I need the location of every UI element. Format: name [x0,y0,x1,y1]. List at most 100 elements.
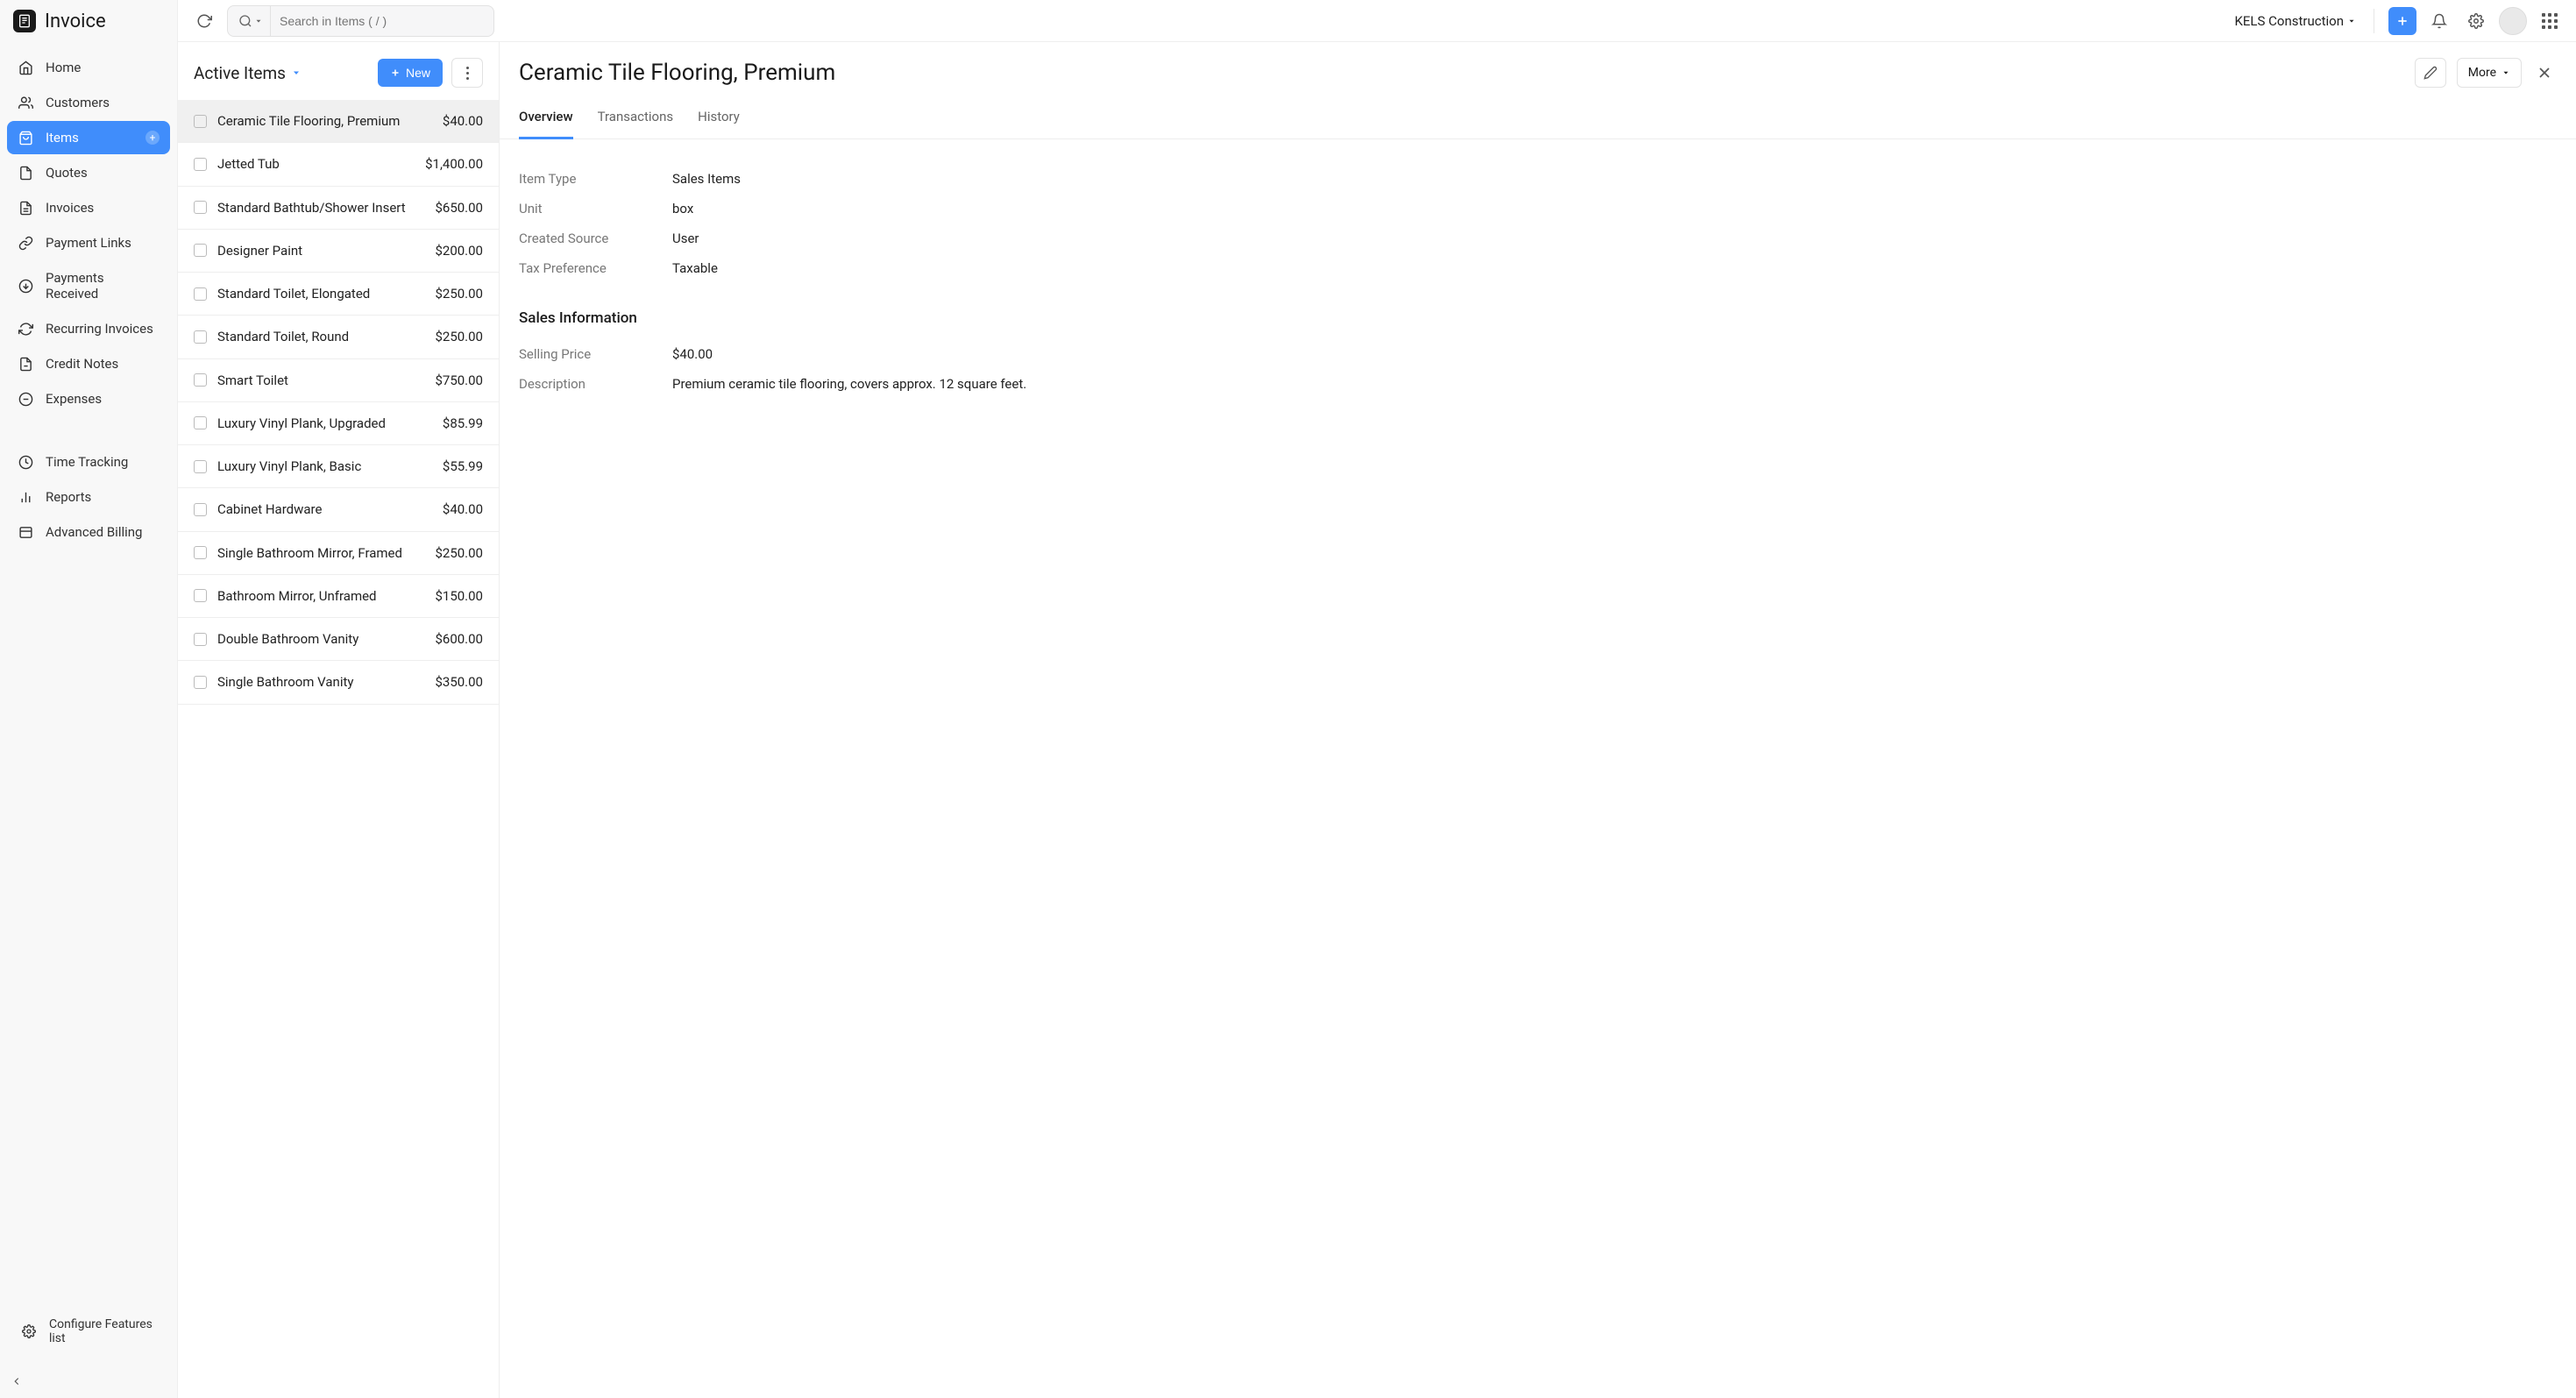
info-row: Selling Price$40.00 [519,339,2557,369]
org-switcher[interactable]: KELS Construction [2235,13,2357,29]
item-row[interactable]: Smart Toilet $750.00 [178,359,499,402]
item-checkbox[interactable] [194,633,207,646]
detail-more-dropdown[interactable]: More [2457,58,2522,88]
edit-button[interactable] [2415,58,2446,88]
nav-label: Credit Notes [46,356,118,372]
item-checkbox[interactable] [194,460,207,473]
item-price: $85.99 [443,415,483,431]
item-row[interactable]: Standard Toilet, Elongated$250.00 [178,273,499,316]
nav-item-items[interactable]: Items+ [7,121,170,154]
item-name: Single Bathroom Mirror, Framed [217,544,424,562]
nav-item-time-tracking[interactable]: Time Tracking [7,445,170,479]
detail-body: Item TypeSales ItemsUnitboxCreated Sourc… [500,139,2576,423]
notifications-button[interactable] [2425,7,2453,35]
item-checkbox[interactable] [194,503,207,516]
list-more-button[interactable] [451,58,483,88]
chevron-down-icon [291,67,302,78]
new-item-button[interactable]: New [378,59,443,87]
item-row[interactable]: Jetted Tub$1,400.00 [178,143,499,186]
payments-received-icon [18,278,33,294]
chevron-down-icon [254,17,263,25]
item-row[interactable]: Bathroom Mirror, Unframed $150.00 [178,575,499,618]
item-row[interactable]: Standard Toilet, Round$250.00 [178,316,499,358]
item-row[interactable]: Single Bathroom Mirror, Framed$250.00 [178,532,499,575]
settings-button[interactable] [2462,7,2490,35]
bell-icon [2431,13,2447,29]
customers-icon [18,95,33,110]
add-badge-icon[interactable]: + [145,131,160,145]
item-price: $250.00 [435,286,483,302]
collapse-sidebar-button[interactable] [0,1365,177,1398]
search-icon [238,14,252,28]
item-checkbox[interactable] [194,287,207,301]
item-checkbox[interactable] [194,115,207,128]
time-tracking-icon [18,454,33,470]
item-row[interactable]: Luxury Vinyl Plank, Basic $55.99 [178,445,499,488]
item-row[interactable]: Ceramic Tile Flooring, Premium$40.00 [178,100,499,143]
search-scope-button[interactable] [228,6,271,36]
nav-item-home[interactable]: Home [7,51,170,84]
reports-icon [18,489,33,505]
item-row[interactable]: Single Bathroom Vanity$350.00 [178,661,499,704]
nav-label: Invoices [46,200,94,216]
configure-features-link[interactable]: Configure Features list [11,1309,167,1354]
nav-item-recurring-invoices[interactable]: Recurring Invoices [7,312,170,345]
tab-overview[interactable]: Overview [519,96,573,139]
item-detail-pane: Ceramic Tile Flooring, Premium More Over… [500,42,2576,1398]
search-input[interactable] [271,14,493,28]
info-label: Created Source [519,231,672,246]
item-row[interactable]: Double Bathroom Vanity$600.00 [178,618,499,661]
home-icon [18,60,33,75]
close-detail-button[interactable] [2532,60,2557,85]
nav-item-payments-received[interactable]: Payments Received [7,261,170,310]
item-name: Jetted Tub [217,155,415,173]
item-checkbox[interactable] [194,158,207,171]
list-title-dropdown[interactable]: Active Items [194,63,302,83]
nav-label: Configure Features list [49,1317,156,1345]
info-value: Sales Items [672,171,741,187]
item-checkbox[interactable] [194,589,207,602]
item-price: $750.00 [435,373,483,388]
nav-item-expenses[interactable]: Expenses [7,382,170,415]
recurring-invoices-icon [18,321,33,337]
nav-item-quotes[interactable]: Quotes [7,156,170,189]
item-row[interactable]: Designer Paint$200.00 [178,230,499,273]
chevron-down-icon [2347,17,2356,25]
item-row[interactable]: Luxury Vinyl Plank, Upgraded$85.99 [178,402,499,445]
item-name: Bathroom Mirror, Unframed [217,587,424,605]
plus-icon [390,67,401,78]
sales-section-title: Sales Information [519,309,2557,327]
nav-item-credit-notes[interactable]: Credit Notes [7,347,170,380]
item-name: Smart Toilet [217,372,424,389]
item-checkbox[interactable] [194,330,207,344]
item-row[interactable]: Standard Bathtub/Shower Insert$650.00 [178,187,499,230]
item-price: $55.99 [443,458,483,474]
item-name: Ceramic Tile Flooring, Premium [217,112,432,130]
item-checkbox[interactable] [194,201,207,214]
refresh-button[interactable] [190,7,218,35]
user-avatar[interactable] [2499,7,2527,35]
item-price: $200.00 [435,243,483,259]
item-checkbox[interactable] [194,244,207,257]
invoices-icon [18,200,33,216]
nav-item-invoices[interactable]: Invoices [7,191,170,224]
app-switcher-button[interactable] [2536,7,2564,35]
item-name: Luxury Vinyl Plank, Basic [217,458,432,475]
info-label: Tax Preference [519,260,672,276]
nav-item-reports[interactable]: Reports [7,480,170,514]
item-price: $600.00 [435,631,483,647]
nav-item-payment-links[interactable]: Payment Links [7,226,170,259]
tab-history[interactable]: History [698,96,740,139]
info-label: Item Type [519,171,672,187]
sidebar: Invoice HomeCustomersItems+QuotesInvoice… [0,0,178,1398]
nav-item-customers[interactable]: Customers [7,86,170,119]
quick-add-button[interactable] [2388,7,2416,35]
item-row[interactable]: Cabinet Hardware$40.00 [178,488,499,531]
item-checkbox[interactable] [194,676,207,689]
item-checkbox[interactable] [194,546,207,559]
item-price: $150.00 [435,588,483,604]
item-checkbox[interactable] [194,373,207,387]
item-checkbox[interactable] [194,416,207,429]
nav-item-advanced-billing[interactable]: Advanced Billing [7,515,170,549]
tab-transactions[interactable]: Transactions [598,96,674,139]
